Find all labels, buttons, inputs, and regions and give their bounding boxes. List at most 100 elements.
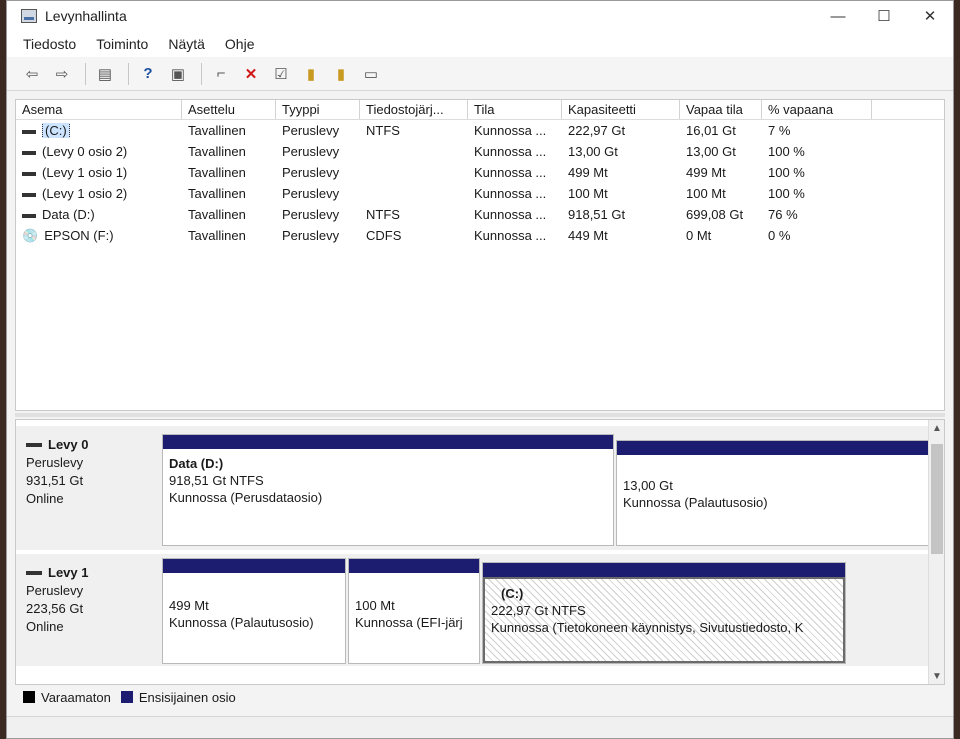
window-title: Levynhallinta — [45, 8, 127, 24]
disk-info[interactable]: Levy 1 Peruslevy 223,56 Gt Online — [16, 554, 156, 666]
menu-view[interactable]: Näytä — [168, 36, 205, 52]
free-space-cell: 13,00 Gt — [686, 144, 736, 159]
disk-management-window: Levynhallinta — ☐ ✕ Tiedosto Toiminto Nä… — [6, 0, 954, 739]
close-button[interactable]: ✕ — [907, 1, 953, 31]
menu-action[interactable]: Toiminto — [96, 36, 148, 52]
disk-info[interactable]: Levy 0 Peruslevy 931,51 Gt Online — [16, 426, 156, 550]
partition-bar — [349, 559, 479, 573]
properties-icon[interactable]: ▤ — [92, 61, 118, 87]
disk-status: Online — [26, 619, 64, 634]
capacity-cell: 918,51 Gt — [568, 207, 626, 222]
column-header-type[interactable]: Tyyppi — [276, 100, 360, 119]
partition-name: Data (D:) — [169, 456, 224, 471]
percent-free-cell: 100 % — [768, 186, 805, 201]
column-header-capacity[interactable]: Kapasiteetti — [562, 100, 680, 119]
partition[interactable]: 13,00 Gt Kunnossa (Palautusosio) — [616, 440, 930, 546]
capacity-cell: 449 Mt — [568, 228, 608, 243]
folder-up-icon[interactable]: ▮ — [298, 61, 324, 87]
legend-swatch-unallocated — [23, 691, 35, 703]
cd-drive-icon: 💿 — [22, 227, 39, 243]
delete-icon[interactable]: ✕ — [238, 61, 264, 87]
status-cell: Kunnossa ... — [474, 228, 547, 243]
column-header-drive[interactable]: Asema — [16, 100, 182, 119]
drive-cell: (C:) — [16, 123, 182, 138]
partition-name: (C:) — [501, 586, 524, 601]
status-cell: Kunnossa ... — [474, 186, 547, 201]
maximize-button[interactable]: ☐ — [861, 1, 907, 31]
table-row[interactable]: (Levy 0 osio 2) Tavallinen Peruslevy Kun… — [16, 141, 944, 162]
partition-status: Kunnossa (Palautusosio) — [169, 615, 314, 630]
minimize-button[interactable]: — — [815, 1, 861, 31]
drive-cell: 💿 EPSON (F:) — [16, 228, 182, 244]
partition-selected[interactable]: (C:) 222,97 Gt NTFS Kunnossa (Tietokonee… — [482, 562, 846, 664]
table-row[interactable]: Data (D:) Tavallinen Peruslevy NTFS Kunn… — [16, 204, 944, 225]
help-icon[interactable]: ? — [135, 61, 161, 87]
partition-bar — [163, 435, 613, 449]
forward-icon[interactable]: ⇨ — [49, 61, 75, 87]
column-header-status[interactable]: Tila — [468, 100, 562, 119]
partition-size: 222,97 Gt NTFS — [491, 603, 586, 618]
percent-free-cell: 76 % — [768, 207, 798, 222]
scroll-down-icon[interactable]: ▼ — [929, 668, 944, 684]
capacity-cell: 100 Mt — [568, 186, 608, 201]
folder-search-icon[interactable]: ▮ — [328, 61, 354, 87]
toolbar-separator — [85, 62, 86, 85]
layout-cell: Tavallinen — [188, 123, 246, 138]
partition-status: Kunnossa (Palautusosio) — [623, 495, 768, 510]
window-controls: — ☐ ✕ — [815, 1, 953, 31]
partition[interactable]: 100 Mt Kunnossa (EFI-järj — [348, 558, 480, 664]
filesystem-cell: NTFS — [366, 207, 400, 222]
scroll-thumb[interactable] — [931, 444, 943, 554]
scroll-up-icon[interactable]: ▲ — [929, 420, 944, 436]
check-icon[interactable]: ☑ — [268, 61, 294, 87]
column-header-percent-free[interactable]: % vapaana — [762, 100, 872, 119]
disk-type: Peruslevy — [26, 455, 84, 470]
table-row[interactable]: 💿 EPSON (F:) Tavallinen Peruslevy CDFS Ku… — [16, 225, 944, 246]
column-header-free-space[interactable]: Vapaa tila — [680, 100, 762, 119]
table-row[interactable]: (Levy 1 osio 2) Tavallinen Peruslevy Kun… — [16, 183, 944, 204]
column-header-filesystem[interactable]: Tiedostojärj... — [360, 100, 468, 119]
menu-help[interactable]: Ohje — [225, 36, 255, 52]
volume-icon — [22, 171, 36, 176]
free-space-cell: 699,08 Gt — [686, 207, 744, 222]
drive-cell: (Levy 1 osio 2) — [16, 186, 182, 201]
disk-name: Levy 1 — [48, 565, 89, 580]
partition-bar — [163, 559, 345, 573]
partition-body: 13,00 Gt Kunnossa (Palautusosio) — [617, 455, 929, 517]
disk-name-row: Levy 0 — [26, 436, 156, 454]
free-space-cell: 100 Mt — [686, 186, 726, 201]
percent-free-cell: 100 % — [768, 165, 805, 180]
type-cell: Peruslevy — [282, 144, 340, 159]
layout-cell: Tavallinen — [188, 207, 246, 222]
status-cell: Kunnossa ... — [474, 207, 547, 222]
back-icon[interactable]: ⇦ — [19, 61, 45, 87]
partition-size: 100 Mt — [355, 598, 395, 613]
drive-cell: (Levy 0 osio 2) — [16, 144, 182, 159]
volume-list-header: Asema Asettelu Tyyppi Tiedostojärj... Ti… — [16, 100, 944, 120]
partition-body: Data (D:) 918,51 Gt NTFS Kunnossa (Perus… — [163, 449, 613, 512]
table-row[interactable]: (Levy 1 osio 1) Tavallinen Peruslevy Kun… — [16, 162, 944, 183]
table-row[interactable]: (C:) Tavallinen Peruslevy NTFS Kunnossa … — [16, 120, 944, 141]
menu-file[interactable]: Tiedosto — [23, 36, 76, 52]
column-header-layout[interactable]: Asettelu — [182, 100, 276, 119]
vertical-scrollbar[interactable]: ▲ ▼ — [928, 420, 944, 684]
disk-status: Online — [26, 491, 64, 506]
partition-size: 499 Mt — [169, 598, 209, 613]
legend-swatch-primary — [120, 691, 133, 703]
status-cell: Kunnossa ... — [474, 165, 547, 180]
partition[interactable]: Data (D:) 918,51 Gt NTFS Kunnossa (Perus… — [162, 434, 614, 546]
disk-graphical-view: Levy 0 Peruslevy 931,51 Gt Online Data (… — [15, 419, 945, 685]
drive-name: (Levy 1 osio 2) — [42, 186, 128, 201]
connect-icon[interactable]: ⌐ — [208, 61, 234, 87]
drive-name: (C:) — [42, 123, 70, 138]
disk-name: Levy 0 — [48, 437, 89, 452]
volume-icon — [22, 150, 36, 155]
status-bar — [7, 716, 953, 738]
partition[interactable]: 499 Mt Kunnossa (Palautusosio) — [162, 558, 346, 664]
window-icon[interactable]: ▭ — [358, 61, 384, 87]
type-cell: Peruslevy — [282, 207, 340, 222]
capacity-cell: 13,00 Gt — [568, 144, 618, 159]
pane-splitter[interactable] — [15, 413, 945, 417]
volume-list: Asema Asettelu Tyyppi Tiedostojärj... Ti… — [15, 99, 945, 411]
console-icon[interactable]: ▣ — [165, 61, 191, 87]
